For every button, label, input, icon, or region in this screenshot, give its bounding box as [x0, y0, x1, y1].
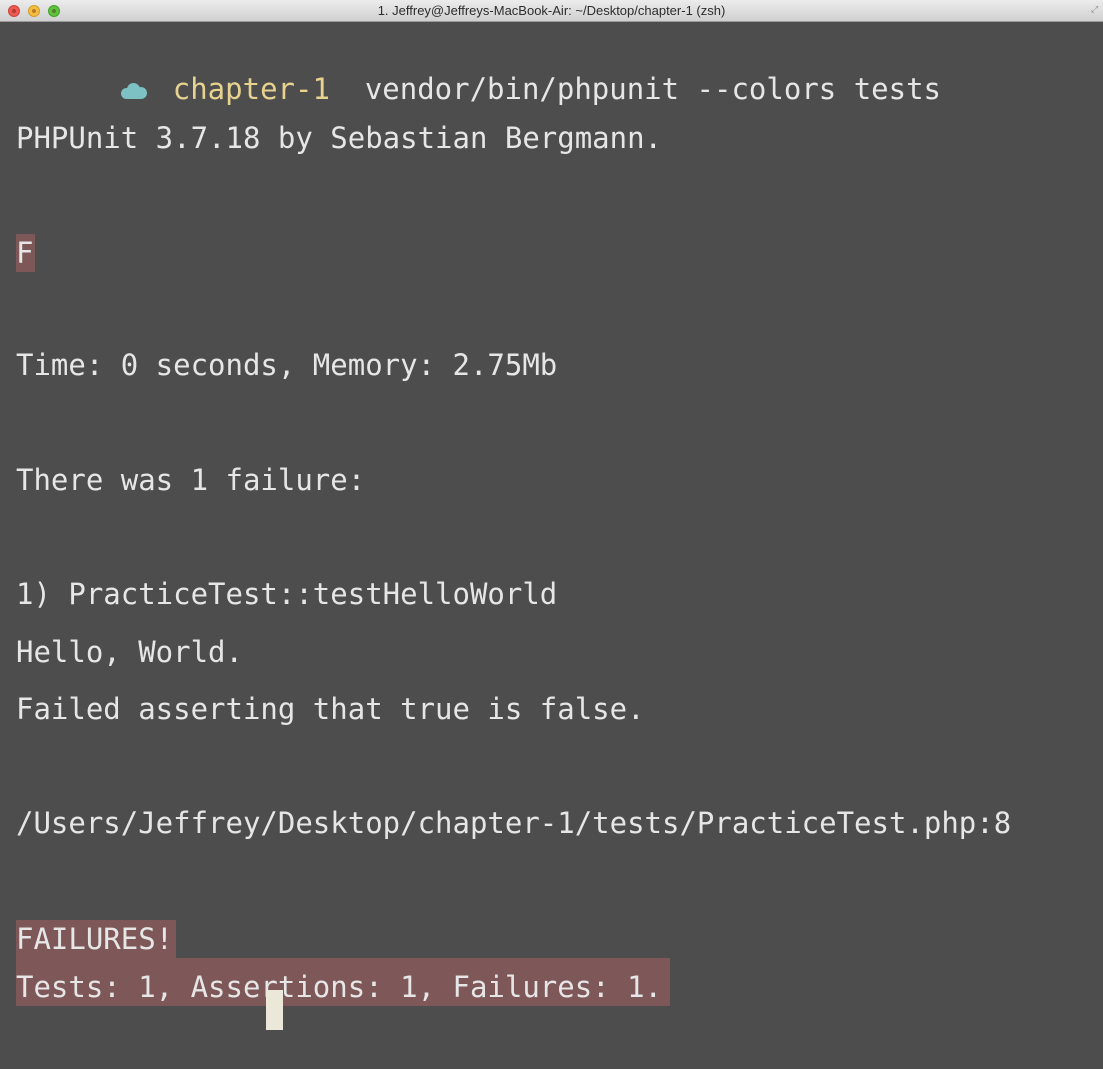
- failure-count-line: There was 1 failure:: [16, 463, 366, 497]
- failure-location: /Users/Jeffrey/Desktop/chapter-1/tests/P…: [16, 806, 1012, 840]
- failure-assertion: Failed asserting that true is false.: [16, 692, 645, 726]
- phpunit-header: PHPUnit 3.7.18 by Sebastian Bergmann.: [16, 121, 663, 155]
- time-memory-line: Time: 0 seconds, Memory: 2.75Mb: [16, 348, 558, 382]
- fullscreen-icon[interactable]: ⤢: [1091, 5, 1101, 15]
- summary-title-line: FAILURES!: [16, 920, 176, 958]
- prompt-directory: chapter-1: [172, 72, 330, 106]
- command-line: chapter-1 vendor/bin/phpunit --colors te…: [16, 32, 941, 106]
- summary-stats-line: Tests: 1, Assertions: 1, Failures: 1.: [16, 958, 671, 1006]
- command-text: vendor/bin/phpunit --colors tests: [364, 72, 941, 106]
- prompt-line: chapter-1: [16, 1025, 330, 1069]
- cloud-icon: [120, 83, 147, 99]
- test-progress: F: [16, 234, 36, 272]
- title-bar[interactable]: 1. Jeffrey@Jeffreys-MacBook-Air: ~/Deskt…: [0, 0, 1103, 22]
- summary-title: FAILURES!: [16, 920, 176, 958]
- terminal-window: 1. Jeffrey@Jeffreys-MacBook-Air: ~/Deskt…: [0, 0, 1103, 1069]
- progress-failure-marker: F: [16, 234, 36, 272]
- terminal-output[interactable]: chapter-1 vendor/bin/phpunit --colors te…: [0, 22, 1103, 1069]
- terminal-cursor: [266, 990, 283, 1030]
- window-title: 1. Jeffrey@Jeffreys-MacBook-Air: ~/Deskt…: [377, 3, 726, 18]
- failed-test-name: 1) PracticeTest::testHelloWorld: [16, 577, 558, 611]
- summary-stats: Tests: 1, Assertions: 1, Failures: 1.: [16, 958, 671, 1006]
- failure-output: Hello, World.: [16, 635, 243, 669]
- prompt-directory: chapter-1: [173, 1065, 330, 1069]
